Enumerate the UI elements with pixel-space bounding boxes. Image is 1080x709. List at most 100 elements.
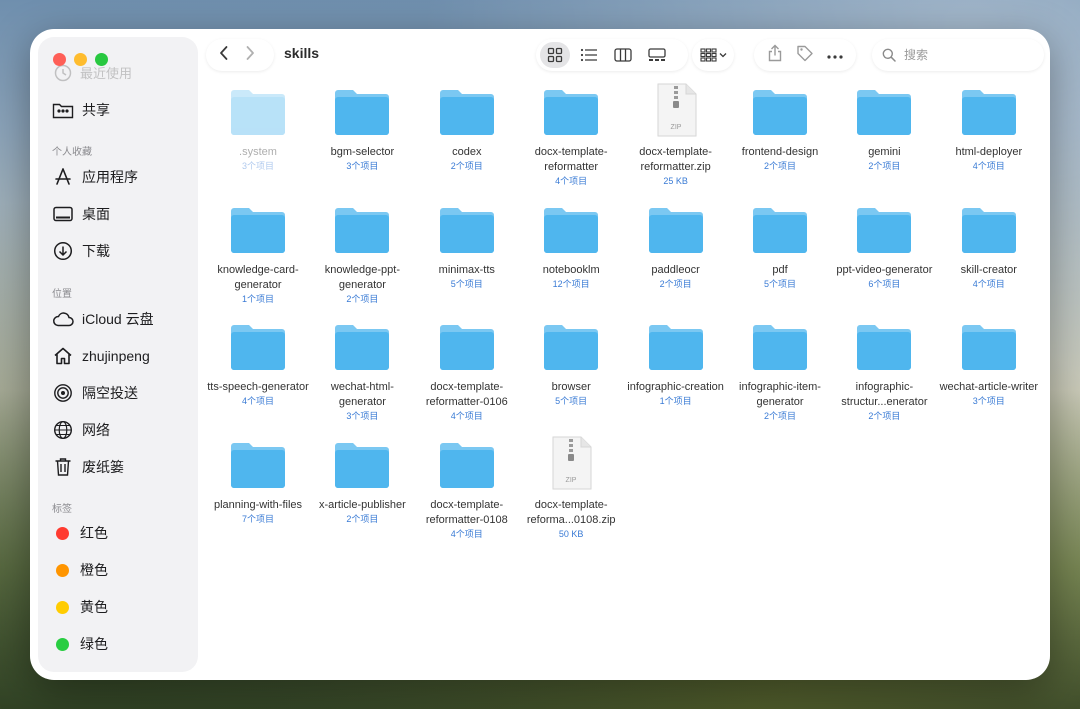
- folder-item[interactable]: .system 3个项目: [206, 89, 310, 172]
- gallery-view-button[interactable]: [642, 42, 672, 68]
- file-name: .system: [239, 146, 277, 158]
- sidebar-item-label: 桌面: [82, 206, 110, 222]
- zip-file-item[interactable]: ZIP docx-template-reformatter.zip 25 KB: [624, 83, 728, 187]
- folder-icon: [855, 207, 913, 253]
- chevron-left-icon: [220, 45, 228, 60]
- sidebar-item-tag-blue[interactable]: 蓝色: [52, 671, 108, 672]
- folder-item[interactable]: wechat-article-writer 3个项目: [937, 324, 1041, 407]
- column-view-button[interactable]: [608, 42, 638, 68]
- folder-item[interactable]: infographic-item-generator 2个项目: [728, 324, 832, 422]
- sidebar-item-icloud[interactable]: iCloud 云盘: [52, 308, 154, 330]
- file-name: minimax-tts: [438, 263, 495, 276]
- file-meta: 50 KB: [558, 528, 584, 539]
- columns-icon: [614, 48, 632, 62]
- folder-item[interactable]: x-article-publisher 2个项目: [310, 442, 414, 525]
- share-button[interactable]: [767, 44, 783, 67]
- tag-button[interactable]: [796, 44, 814, 67]
- sidebar-item-tag-orange[interactable]: 橙色: [52, 560, 108, 580]
- folder-icon: [333, 89, 391, 135]
- file-meta: 1个项目: [659, 396, 692, 406]
- folder-item[interactable]: tts-speech-generator 4个项目: [206, 324, 310, 407]
- folder-icon: [542, 324, 600, 370]
- search-input[interactable]: [902, 47, 1026, 63]
- file-meta: 2个项目: [450, 161, 483, 171]
- folder-item[interactable]: wechat-html-generator 3个项目: [310, 324, 414, 422]
- zip-label: ZIP: [670, 124, 681, 131]
- group-by-button[interactable]: [692, 39, 734, 71]
- zip-file-item[interactable]: ZIP docx-template-reforma...0108.zip 50 KB: [519, 436, 623, 540]
- file-name: knowledge-card-generator: [217, 263, 299, 291]
- file-name: knowledge-ppt-generator: [324, 263, 400, 291]
- folder-icon: [647, 324, 705, 370]
- sidebar-item-label: 隔空投送: [82, 385, 138, 401]
- more-button[interactable]: [827, 46, 843, 64]
- file-name: docx-template-reformatter-0108: [425, 498, 508, 526]
- folder-icon: [542, 89, 600, 135]
- close-button[interactable]: [53, 53, 66, 66]
- folder-item[interactable]: infographic-structur...enerator 2个项目: [832, 324, 936, 422]
- folder-item[interactable]: skill-creator 4个项目: [937, 207, 1041, 290]
- folder-item[interactable]: bgm-selector 3个项目: [310, 89, 414, 172]
- folder-icon: [229, 89, 287, 135]
- search-field[interactable]: [872, 39, 1044, 71]
- folder-icon: [333, 207, 391, 253]
- zoom-button[interactable]: [95, 53, 108, 66]
- folder-item[interactable]: docx-template-reformatter-0108 4个项目: [415, 442, 519, 540]
- folder-item[interactable]: ppt-video-generator 6个项目: [832, 207, 936, 290]
- folder-item[interactable]: planning-with-files 7个项目: [206, 442, 310, 525]
- list-view-button[interactable]: [574, 42, 604, 68]
- folder-icon: [647, 207, 705, 253]
- sidebar-item-downloads[interactable]: 下载: [52, 240, 110, 262]
- sidebar-item-network[interactable]: 网络: [52, 419, 110, 441]
- folder-icon: [751, 207, 809, 253]
- file-name: bgm-selector: [330, 146, 395, 158]
- back-button[interactable]: [218, 45, 230, 66]
- sidebar-item-tag-yellow[interactable]: 黄色: [52, 597, 108, 617]
- icon-view-button[interactable]: [540, 42, 570, 68]
- sidebar-item-label: 黄色: [80, 599, 108, 615]
- sidebar-item-desktop[interactable]: 桌面: [52, 203, 110, 225]
- folder-item[interactable]: minimax-tts 5个项目: [415, 207, 519, 290]
- sidebar: 最近使用 共享 个人收藏 应用程序 桌面 下载 位置 iCloud 云盘 zhu…: [38, 37, 198, 672]
- sidebar-item-trash[interactable]: 废纸篓: [52, 456, 124, 478]
- folder-item[interactable]: gemini 2个项目: [832, 89, 936, 172]
- file-meta: 7个项目: [241, 513, 274, 524]
- folder-item[interactable]: pdf 5个项目: [728, 207, 832, 290]
- locations-header: 位置: [52, 289, 72, 300]
- file-meta: 2个项目: [346, 513, 379, 524]
- sidebar-item-tag-green[interactable]: 绿色: [52, 634, 108, 654]
- folder-item[interactable]: html-deployer 4个项目: [937, 89, 1041, 172]
- file-meta: 2个项目: [868, 161, 901, 171]
- forward-button[interactable]: [244, 45, 256, 66]
- file-name: wechat-html-generator: [330, 381, 394, 408]
- sidebar-item-tag-red[interactable]: 红色: [52, 523, 108, 543]
- file-name: browser: [551, 381, 591, 393]
- file-meta: 4个项目: [972, 278, 1005, 289]
- folder-item[interactable]: frontend-design 2个项目: [728, 89, 832, 172]
- sidebar-item-airdrop[interactable]: 隔空投送: [52, 382, 138, 404]
- folder-item[interactable]: notebooklm 12个项目: [519, 207, 623, 290]
- folder-item[interactable]: knowledge-card-generator 1个项目: [206, 207, 310, 305]
- sidebar-item-applications[interactable]: 应用程序: [52, 166, 138, 188]
- window-controls: [53, 53, 108, 66]
- sidebar-item-label: 废纸篓: [82, 459, 124, 475]
- folder-icon: [960, 207, 1018, 253]
- folder-item[interactable]: codex 2个项目: [415, 89, 519, 172]
- file-name: docx-template-reformatter: [534, 146, 608, 173]
- sidebar-item-shared[interactable]: 共享: [52, 99, 110, 121]
- sidebar-item-label: 绿色: [80, 636, 108, 652]
- folder-item[interactable]: knowledge-ppt-generator 2个项目: [310, 207, 414, 305]
- folder-item[interactable]: browser 5个项目: [519, 324, 623, 407]
- sidebar-item-home[interactable]: zhujinpeng: [52, 345, 150, 367]
- folder-item[interactable]: infographic-creation 1个项目: [624, 324, 728, 407]
- sidebar-item-label: zhujinpeng: [82, 348, 150, 364]
- folder-item[interactable]: docx-template-reformatter-0106 4个项目: [415, 324, 519, 422]
- shared-folder-icon: [52, 99, 74, 121]
- folder-item[interactable]: docx-template-reformatter 4个项目: [519, 89, 623, 187]
- minimize-button[interactable]: [74, 53, 87, 66]
- tags-header: 标签: [52, 504, 72, 515]
- folder-item[interactable]: paddleocr 2个项目: [624, 207, 728, 290]
- zip-archive-icon: ZIP: [542, 436, 600, 489]
- file-name: codex: [452, 146, 482, 158]
- sidebar-item-label: 橙色: [80, 562, 108, 578]
